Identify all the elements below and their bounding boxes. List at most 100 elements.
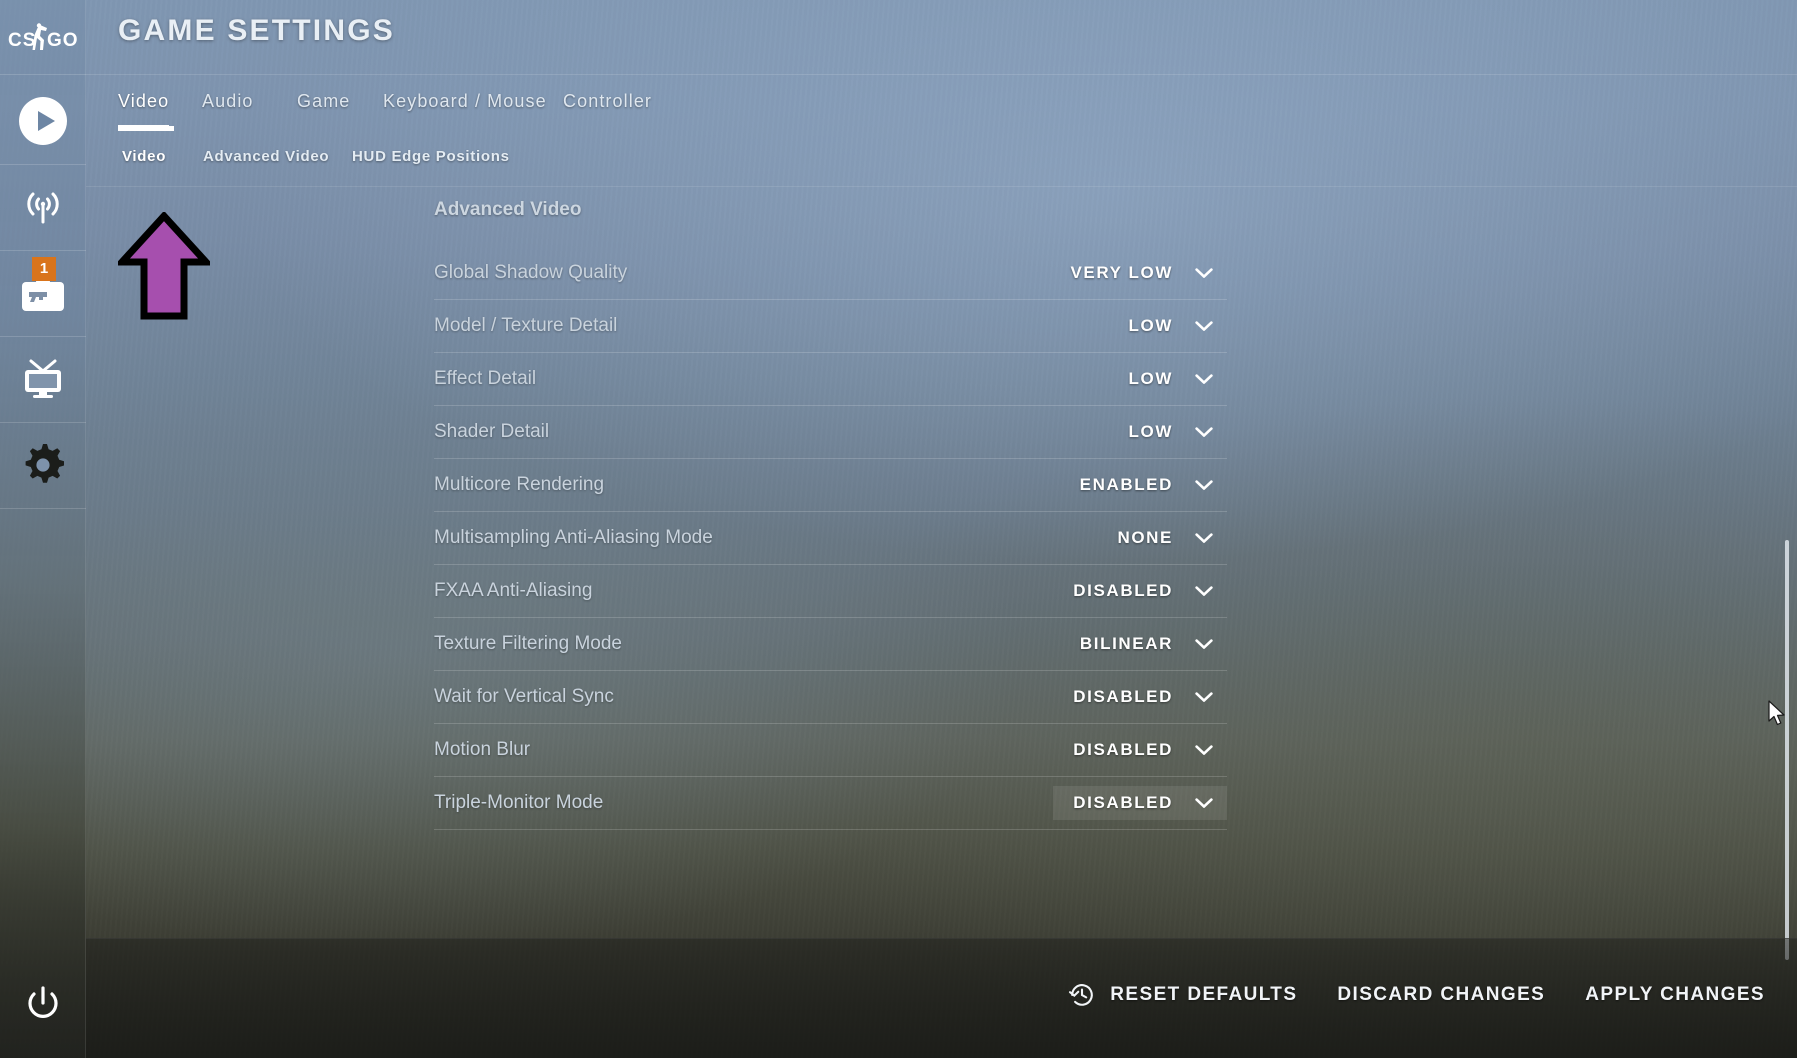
- setting-dropdown[interactable]: DISABLED: [1053, 786, 1227, 820]
- tab-audio[interactable]: Audio: [202, 91, 254, 122]
- sidebar-item-broadcast[interactable]: [0, 164, 86, 250]
- setting-dropdown[interactable]: BILINEAR: [1060, 627, 1227, 661]
- chevron-down-icon: [1195, 426, 1213, 437]
- settings-content: Advanced Video Global Shadow Quality VERY…: [86, 186, 1797, 938]
- chevron-down-icon: [1195, 267, 1213, 278]
- setting-dropdown[interactable]: LOW: [1109, 415, 1227, 449]
- chevron-down-icon: [1195, 320, 1213, 331]
- chevron-down-icon: [1195, 797, 1213, 808]
- discard-changes-label: DISCARD CHANGES: [1337, 984, 1546, 1005]
- setting-dropdown[interactable]: DISABLED: [1053, 733, 1227, 767]
- setting-value: DISABLED: [1073, 581, 1173, 600]
- chevron-down-icon: [1195, 532, 1213, 543]
- setting-dropdown[interactable]: NONE: [1097, 521, 1227, 555]
- svg-text:CS: CS: [8, 30, 36, 51]
- apply-changes-button[interactable]: APPLY CHANGES: [1585, 984, 1765, 1006]
- setting-value: BILINEAR: [1079, 634, 1173, 653]
- setting-label: Texture Filtering Mode: [434, 633, 622, 654]
- sidebar-item-settings[interactable]: [0, 422, 86, 508]
- settings-row: Wait for Vertical Sync DISABLED: [434, 671, 1227, 724]
- setting-label: Multisampling Anti-Aliasing Mode: [434, 527, 713, 548]
- settings-row: Multicore Rendering ENABLED: [434, 459, 1227, 512]
- setting-value: DISABLED: [1073, 793, 1173, 812]
- settings-row: Model / Texture Detail LOW: [434, 300, 1227, 353]
- settings-row: Global Shadow Quality VERY LOW: [434, 247, 1227, 300]
- history-clock-icon: [1069, 984, 1094, 1006]
- csgo-logo: CS GO: [0, 0, 86, 74]
- setting-label: Shader Detail: [434, 421, 550, 442]
- tab-game[interactable]: Game: [297, 91, 350, 122]
- inventory-badge: 1: [32, 257, 56, 281]
- chevron-down-icon: [1195, 479, 1213, 490]
- setting-label: FXAA Anti-Aliasing: [434, 580, 593, 601]
- subtab-advanced-video[interactable]: Advanced Video: [203, 148, 329, 165]
- reset-defaults-button[interactable]: RESET DEFAULTS: [1068, 981, 1297, 1009]
- setting-dropdown[interactable]: VERY LOW: [1050, 256, 1227, 290]
- setting-label: Global Shadow Quality: [434, 262, 628, 283]
- gear-icon: [25, 444, 64, 483]
- sidebar-divider: [0, 508, 86, 509]
- setting-dropdown[interactable]: DISABLED: [1053, 574, 1227, 608]
- sidebar-item-power[interactable]: [0, 962, 86, 1048]
- setting-value: NONE: [1117, 528, 1173, 547]
- discard-changes-button[interactable]: DISCARD CHANGES: [1337, 984, 1545, 1006]
- setting-dropdown[interactable]: LOW: [1109, 309, 1227, 343]
- chevron-down-icon: [1195, 638, 1213, 649]
- apply-changes-label: APPLY CHANGES: [1585, 984, 1765, 1005]
- chevron-down-icon: [1195, 373, 1213, 384]
- television-icon: [25, 359, 61, 398]
- svg-text:GO: GO: [47, 30, 79, 51]
- setting-value: ENABLED: [1079, 475, 1173, 494]
- setting-label: Model / Texture Detail: [434, 315, 618, 336]
- setting-value: DISABLED: [1073, 740, 1173, 759]
- subtab-hud-edge-positions[interactable]: HUD Edge Positions: [352, 148, 510, 165]
- main-tab-bar: Video Audio Game Keyboard / Mouse Contro…: [86, 74, 1797, 134]
- settings-row: Triple-Monitor Mode DISABLED: [434, 777, 1227, 830]
- setting-label: Triple-Monitor Mode: [434, 792, 604, 813]
- sidebar-item-play[interactable]: [0, 78, 86, 164]
- setting-value: DISABLED: [1073, 687, 1173, 706]
- settings-row: Effect Detail LOW: [434, 353, 1227, 406]
- mouse-cursor: [1768, 700, 1785, 726]
- setting-label: Effect Detail: [434, 368, 537, 389]
- settings-row: Motion Blur DISABLED: [434, 724, 1227, 777]
- tab-keyboard-mouse[interactable]: Keyboard / Mouse: [383, 91, 547, 122]
- settings-row: Multisampling Anti-Aliasing Mode NONE: [434, 512, 1227, 565]
- setting-value: LOW: [1128, 422, 1173, 441]
- setting-value: LOW: [1128, 316, 1173, 335]
- reset-defaults-label: RESET DEFAULTS: [1110, 984, 1298, 1005]
- sidebar-item-watch[interactable]: [0, 336, 86, 422]
- sub-tab-bar: Video Advanced Video HUD Edge Positions: [86, 126, 1797, 186]
- setting-dropdown[interactable]: LOW: [1109, 362, 1227, 396]
- setting-dropdown[interactable]: ENABLED: [1060, 468, 1227, 502]
- section-title: Advanced Video: [434, 199, 582, 220]
- setting-value: LOW: [1128, 369, 1173, 388]
- broadcast-antenna-icon: [27, 192, 59, 224]
- setting-dropdown[interactable]: DISABLED: [1053, 680, 1227, 714]
- settings-row: Texture Filtering Mode BILINEAR: [434, 618, 1227, 671]
- setting-label: Multicore Rendering: [434, 474, 605, 495]
- page-title: GAME SETTINGS: [118, 14, 395, 47]
- setting-value: VERY LOW: [1070, 263, 1173, 282]
- footer-actions: RESET DEFAULTS DISCARD CHANGES APPLY CHA…: [1068, 981, 1765, 1009]
- sidebar-item-inventory[interactable]: 1: [0, 250, 86, 336]
- settings-row: FXAA Anti-Aliasing DISABLED: [434, 565, 1227, 618]
- tab-controller[interactable]: Controller: [563, 91, 652, 122]
- footer-bar: RESET DEFAULTS DISCARD CHANGES APPLY CHA…: [86, 938, 1797, 1058]
- sidebar-divider: [0, 74, 86, 75]
- tab-video[interactable]: Video: [118, 91, 170, 129]
- subtab-video[interactable]: Video: [117, 126, 175, 165]
- setting-label: Motion Blur: [434, 739, 531, 760]
- annotation-arrow-up: [118, 212, 210, 320]
- setting-label: Wait for Vertical Sync: [434, 686, 614, 707]
- chevron-down-icon: [1195, 585, 1213, 596]
- power-icon: [28, 986, 58, 1018]
- chevron-down-icon: [1195, 691, 1213, 702]
- left-sidebar: CS GO 1: [0, 0, 86, 1058]
- settings-row: Shader Detail LOW: [434, 406, 1227, 459]
- settings-list: Global Shadow Quality VERY LOW Model / Tex…: [434, 247, 1227, 830]
- header: GAME SETTINGS: [86, 0, 1797, 74]
- vertical-scrollbar[interactable]: [1785, 540, 1789, 960]
- chevron-down-icon: [1195, 744, 1213, 755]
- play-circle-icon: [19, 97, 67, 145]
